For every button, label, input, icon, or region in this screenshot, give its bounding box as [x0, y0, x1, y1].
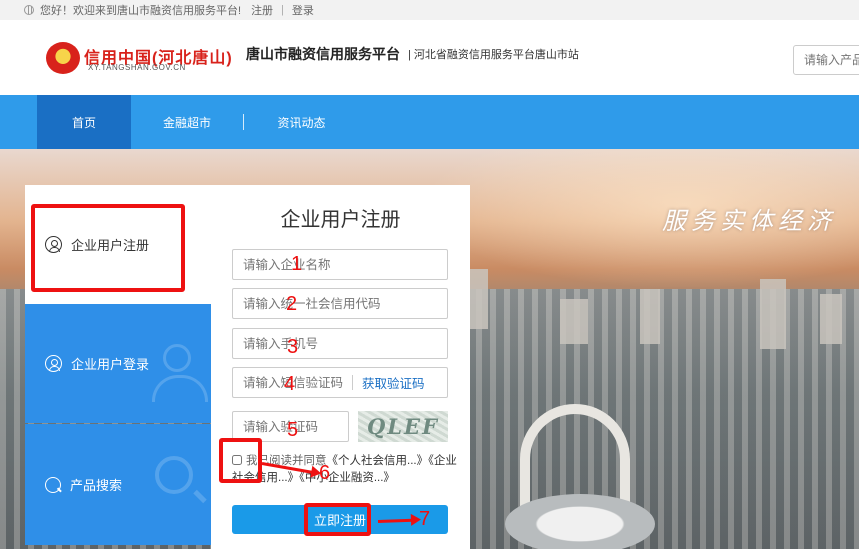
annotation-number: 2 — [286, 293, 298, 315]
building-shape — [760, 279, 786, 349]
side-item-login[interactable]: 企业用户登录 — [25, 304, 211, 423]
agreement: 我已阅读并同意《个人社会信用...》《企业社会信用...》《中小企业融资...》 — [232, 453, 460, 487]
site-header: 信用中国(河北唐山) XY.TANGSHAN.GOV.CN 唐山市融资信用服务平… — [0, 20, 859, 95]
captcha-image[interactable]: QLEF — [358, 411, 448, 442]
phone-input[interactable] — [232, 328, 448, 359]
product-search-input[interactable] — [793, 45, 859, 75]
welcome-text: 您好！欢迎来到唐山市融资信用服务平台! — [40, 5, 242, 17]
nav-finance-market[interactable]: 金融超市 — [131, 95, 243, 149]
site-subtitle: | 河北省融资信用服务平台唐山市站 — [408, 49, 579, 61]
banner-slogan: 服务实体经济 — [662, 207, 836, 235]
annotation-box-checkbox — [219, 438, 262, 483]
side-item-label: 产品搜索 — [70, 478, 123, 493]
agreement-link-personal[interactable]: 《个人社会信用...》 — [327, 455, 429, 467]
annotation-number: 5 — [287, 419, 299, 441]
user-circle-icon — [45, 355, 62, 372]
globe-icon — [24, 5, 34, 15]
landmark-stadium — [505, 494, 655, 549]
logo-domain: XY.TANGSHAN.GOV.CN — [88, 63, 186, 72]
nav-divider — [243, 114, 244, 130]
company-name-input[interactable] — [232, 249, 448, 280]
sms-divider — [352, 375, 353, 390]
site-title: 唐山市融资信用服务平台 — [246, 46, 400, 62]
annotation-number: 3 — [287, 336, 299, 358]
search-watermark-icon — [155, 456, 193, 494]
annotation-box-register-tab — [31, 204, 185, 292]
register-form: 企业用户注册 获取验证码 QLEF 我已阅读并同意《个人社会信用...》《企业社… — [211, 185, 470, 549]
topbar-separator: | — [281, 4, 284, 16]
login-link[interactable]: 登录 — [292, 2, 314, 18]
annotation-number: 4 — [284, 373, 296, 395]
main-nav: 首页 金融超市 资讯动态 — [0, 95, 859, 149]
search-icon — [45, 476, 61, 493]
top-bar: 您好！欢迎来到唐山市融资信用服务平台! 注册 | 登录 — [0, 0, 859, 20]
national-emblem-icon — [46, 42, 80, 74]
building-shape — [560, 299, 588, 344]
register-link[interactable]: 注册 — [251, 2, 273, 18]
building-shape — [640, 289, 660, 344]
annotation-box-submit — [304, 503, 371, 536]
get-sms-code-button[interactable]: 获取验证码 — [362, 373, 425, 392]
credit-code-input[interactable] — [232, 288, 448, 319]
person-watermark-icon — [152, 344, 208, 402]
nav-news[interactable]: 资讯动态 — [244, 95, 359, 149]
side-item-label: 企业用户登录 — [71, 357, 150, 372]
side-item-product-search[interactable]: 产品搜索 — [25, 424, 211, 545]
nav-home[interactable]: 首页 — [37, 95, 131, 149]
sms-code-addon: 获取验证码 — [352, 367, 448, 398]
building-shape — [820, 294, 842, 344]
building-shape — [470, 269, 488, 329]
annotation-number: 1 — [291, 253, 303, 275]
form-title: 企业用户注册 — [280, 209, 401, 231]
